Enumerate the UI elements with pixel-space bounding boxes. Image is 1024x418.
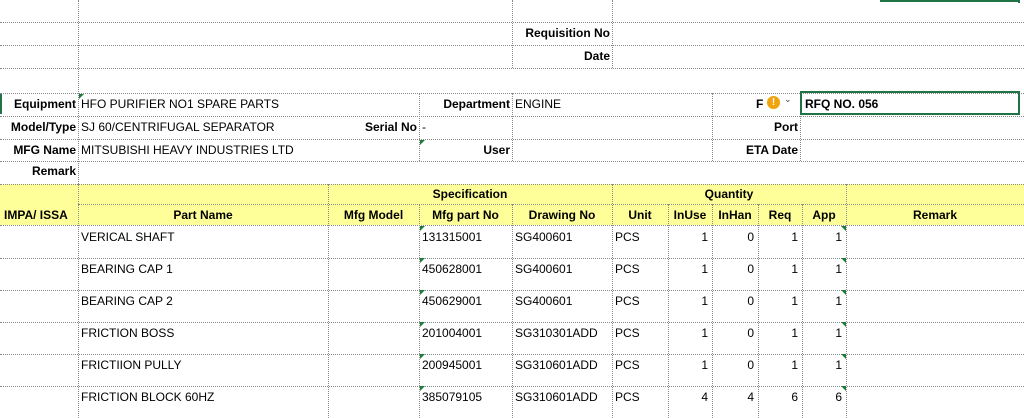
cell-indicator	[841, 258, 846, 263]
cell-indicator	[420, 226, 425, 231]
cell-part-name[interactable]: BEARING CAP 1	[81, 262, 321, 276]
cell-inhand[interactable]: 0	[712, 326, 754, 340]
cell-app[interactable]: 1	[802, 262, 842, 276]
active-row-mark	[880, 0, 1020, 2]
col-unit: Unit	[628, 208, 652, 222]
partial-label: F	[756, 97, 764, 111]
cell-indicator	[420, 322, 425, 327]
cell-app[interactable]: 1	[802, 358, 842, 372]
col-part-name: Part Name	[173, 208, 233, 222]
cell-req[interactable]: 1	[758, 358, 798, 372]
cell-app[interactable]: 6	[802, 390, 842, 404]
cell-inuse[interactable]: 4	[668, 390, 708, 404]
cell-mfg-part-no[interactable]: 450628001	[422, 262, 510, 276]
rfq-value[interactable]: RFQ NO. 056	[805, 97, 878, 111]
cell-req[interactable]: 1	[758, 326, 798, 340]
col-mfg-model: Mfg Model	[343, 208, 404, 222]
cell-drawing-no[interactable]: SG310301ADD	[515, 326, 610, 340]
cell-indicator	[420, 140, 425, 145]
cell-mfg-part-no[interactable]: 201004001	[422, 326, 510, 340]
cell-indicator	[841, 226, 846, 231]
cell-mfg-part-no[interactable]: 450629001	[422, 294, 510, 308]
model-value[interactable]: SJ 60/CENTRIFUGAL SEPARATOR	[81, 120, 275, 134]
cell-indicator	[420, 258, 425, 263]
quantity-header: Quantity	[704, 187, 754, 201]
cell-req[interactable]: 1	[758, 230, 798, 244]
cell-part-name[interactable]: FRICTION BLOCK 60HZ	[81, 390, 321, 404]
cell-indicator	[841, 290, 846, 295]
cell-inhand[interactable]: 0	[712, 358, 754, 372]
col-app: App	[812, 208, 836, 222]
cell-drawing-no[interactable]: SG400601	[515, 230, 610, 244]
user-label: User	[483, 143, 510, 157]
col-mfg-part-no: Mfg part No	[432, 208, 499, 222]
cell-inuse[interactable]: 1	[668, 262, 708, 276]
col-inuse: InUse	[673, 208, 707, 222]
serial-value[interactable]: -	[422, 120, 426, 134]
cell-inhand[interactable]: 0	[712, 230, 754, 244]
cell-part-name[interactable]: FRICTIION PULLY	[81, 358, 321, 372]
cell-part-name[interactable]: VERICAL SHAFT	[81, 230, 321, 244]
specification-header: Specification	[432, 187, 508, 201]
cell-unit[interactable]: PCS	[615, 294, 665, 308]
cell-inhand[interactable]: 0	[712, 262, 754, 276]
cell-unit[interactable]: PCS	[615, 390, 665, 404]
cell-unit[interactable]: PCS	[615, 326, 665, 340]
port-label: Port	[774, 120, 798, 134]
cell-indicator	[841, 322, 846, 327]
cell-indicator	[420, 386, 425, 391]
eta-label: ETA Date	[745, 143, 798, 157]
cell-mfg-part-no[interactable]: 131315001	[422, 230, 510, 244]
cell-inhand[interactable]: 0	[712, 294, 754, 308]
date-label: Date	[583, 49, 610, 63]
cell-inuse[interactable]: 1	[668, 294, 708, 308]
serial-label: Serial No	[364, 120, 417, 134]
cell-part-name[interactable]: FRICTION BOSS	[81, 326, 321, 340]
cell-indicator	[420, 290, 425, 295]
col-impa: IMPA/ ISSA	[4, 208, 68, 222]
cell-app[interactable]: 1	[802, 294, 842, 308]
cell-indicator	[841, 386, 846, 391]
cell-indicator	[841, 354, 846, 359]
col-req: Req	[768, 208, 792, 222]
cell-mfg-part-no[interactable]: 385079105	[422, 390, 510, 404]
warning-icon[interactable]: !	[767, 96, 780, 109]
cell-inuse[interactable]: 1	[668, 230, 708, 244]
department-label: Department	[443, 97, 510, 111]
remark-label: Remark	[31, 164, 76, 178]
spreadsheet-grid[interactable]: Requisition No Date Equipment HFO PURIFI…	[0, 0, 1024, 418]
cell-inuse[interactable]: 1	[668, 326, 708, 340]
chevron-down-icon[interactable]: ⌄	[784, 94, 792, 105]
mfg-name-value[interactable]: MITSUBISHI HEAVY INDUSTRIES LTD	[81, 143, 294, 157]
cell-drawing-no[interactable]: SG310601ADD	[515, 390, 610, 404]
requisition-label: Requisition No	[525, 26, 610, 40]
equipment-value[interactable]: HFO PURIFIER NO1 SPARE PARTS	[81, 97, 279, 111]
col-inhand: InHan	[718, 208, 752, 222]
cell-mfg-part-no[interactable]: 200945001	[422, 358, 510, 372]
cell-unit[interactable]: PCS	[615, 262, 665, 276]
col-drawing-no: Drawing No	[528, 208, 596, 222]
cell-req[interactable]: 1	[758, 294, 798, 308]
cell-part-name[interactable]: BEARING CAP 2	[81, 294, 321, 308]
mfg-name-label: MFG Name	[13, 143, 76, 157]
cell-app[interactable]: 1	[802, 326, 842, 340]
cell-drawing-no[interactable]: SG310601ADD	[515, 358, 610, 372]
cell-inuse[interactable]: 1	[668, 358, 708, 372]
cell-unit[interactable]: PCS	[615, 358, 665, 372]
cell-drawing-no[interactable]: SG400601	[515, 294, 610, 308]
cell-unit[interactable]: PCS	[615, 230, 665, 244]
cell-drawing-no[interactable]: SG400601	[515, 262, 610, 276]
model-label: Model/Type	[10, 120, 76, 134]
cell-req[interactable]: 1	[758, 262, 798, 276]
cell-indicator	[420, 354, 425, 359]
col-remark: Remark	[912, 208, 958, 222]
department-value[interactable]: ENGINE	[515, 97, 561, 111]
equipment-label: Equipment	[14, 97, 76, 111]
cell-indicator	[79, 94, 84, 99]
cell-req[interactable]: 6	[758, 390, 798, 404]
cell-inhand[interactable]: 4	[712, 390, 754, 404]
cell-app[interactable]: 1	[802, 230, 842, 244]
